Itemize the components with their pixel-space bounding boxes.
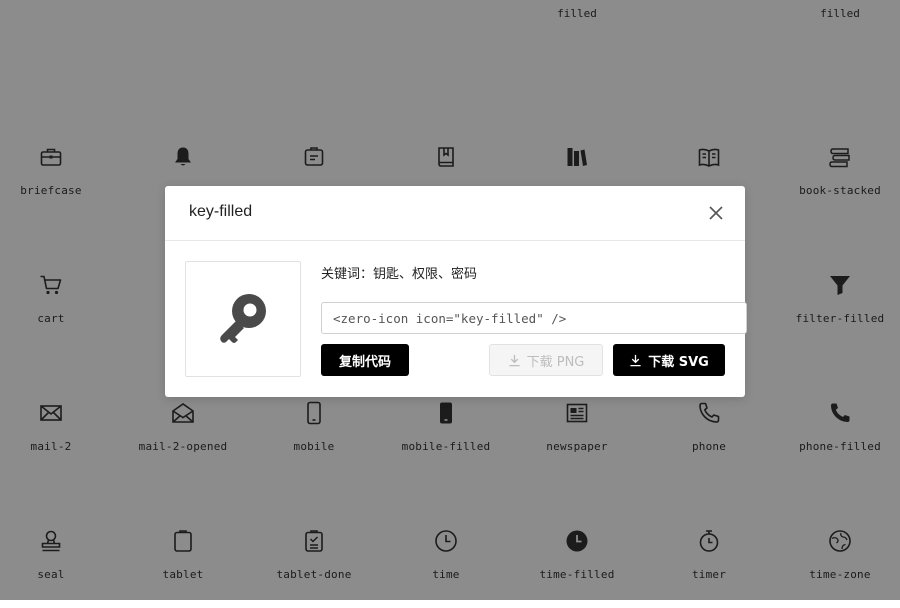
download-icon <box>509 354 520 366</box>
download-png-label: 下载 PNG <box>526 354 585 370</box>
code-snippet-field[interactable] <box>321 302 747 334</box>
icon-detail-dialog: key-filled 关键词：钥匙、权限、密码 复制代码 下载 PNG 下载 S… <box>165 186 747 397</box>
download-svg-button[interactable]: 下载 SVG <box>613 344 725 376</box>
close-icon <box>709 206 723 220</box>
download-icon <box>630 354 641 366</box>
download-svg-label: 下载 SVG <box>648 354 709 370</box>
copy-code-button[interactable]: 复制代码 <box>321 344 409 376</box>
keywords-text: 关键词：钥匙、权限、密码 <box>321 267 478 282</box>
key-filled-icon <box>220 294 266 343</box>
dialog-header: key-filled <box>165 186 745 241</box>
download-png-button[interactable]: 下载 PNG <box>489 344 603 376</box>
dialog-title: key-filled <box>189 203 253 220</box>
copy-code-label: 复制代码 <box>338 354 391 370</box>
icon-preview <box>185 261 301 377</box>
close-button[interactable] <box>707 204 725 222</box>
